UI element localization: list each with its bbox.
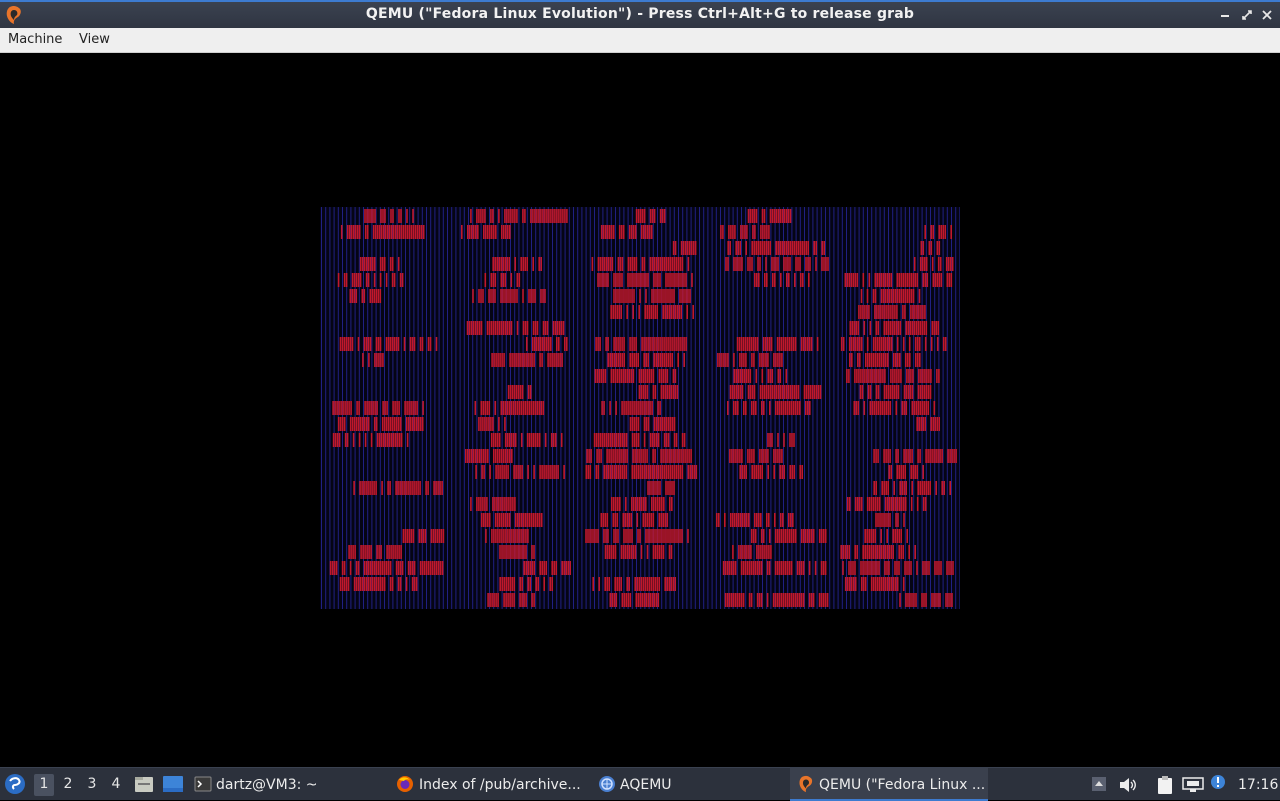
volume-icon[interactable] bbox=[1118, 776, 1138, 794]
workspace-2[interactable]: 2 bbox=[58, 776, 78, 796]
guest-display[interactable] bbox=[0, 53, 1280, 767]
task-qemu[interactable]: QEMU ("Fedora Linux ... bbox=[790, 768, 988, 801]
task-label: Index of /pub/archive... bbox=[419, 777, 581, 793]
menu-bar: Machine View bbox=[0, 28, 1280, 53]
file-manager-icon[interactable] bbox=[134, 775, 154, 793]
clipboard-icon[interactable] bbox=[1156, 775, 1174, 795]
workspace-1[interactable]: 1 bbox=[34, 774, 54, 796]
update-notifier-icon[interactable] bbox=[1210, 774, 1226, 790]
network-icon[interactable] bbox=[1182, 776, 1204, 794]
terminal-icon bbox=[194, 776, 212, 792]
window-title: QEMU ("Fedora Linux Evolution") - Press … bbox=[365, 6, 915, 22]
task-label: QEMU ("Fedora Linux ... bbox=[819, 777, 986, 793]
task-label: dartz@VM3: ~ bbox=[216, 777, 318, 793]
task-terminal[interactable]: dartz@VM3: ~ bbox=[192, 768, 382, 801]
minimize-icon[interactable] bbox=[1218, 8, 1232, 22]
close-icon[interactable] bbox=[1260, 8, 1274, 22]
maximize-icon[interactable] bbox=[1240, 8, 1254, 22]
task-label: AQEMU bbox=[620, 777, 672, 793]
qemu-icon bbox=[799, 775, 813, 793]
aqemu-icon bbox=[599, 776, 615, 792]
task-aqemu[interactable]: AQEMU bbox=[596, 768, 786, 801]
task-firefox[interactable]: Index of /pub/archive... bbox=[394, 768, 590, 801]
guest-graphic bbox=[320, 207, 960, 609]
taskbar: 1 2 3 4 dartz@VM3: ~ Index of /pub/archi… bbox=[0, 767, 1280, 801]
window-titlebar[interactable]: QEMU ("Fedora Linux Evolution") - Press … bbox=[0, 0, 1280, 28]
workspace-4[interactable]: 4 bbox=[106, 776, 126, 796]
menu-machine[interactable]: Machine bbox=[8, 32, 62, 47]
show-desktop-icon[interactable] bbox=[162, 775, 184, 793]
start-menu-icon[interactable] bbox=[4, 773, 26, 795]
workspace-3[interactable]: 3 bbox=[82, 776, 102, 796]
tray-expand-icon[interactable] bbox=[1091, 776, 1107, 792]
menu-view[interactable]: View bbox=[79, 32, 110, 47]
firefox-icon bbox=[397, 776, 413, 792]
clock[interactable]: 17:16 bbox=[1238, 777, 1278, 793]
